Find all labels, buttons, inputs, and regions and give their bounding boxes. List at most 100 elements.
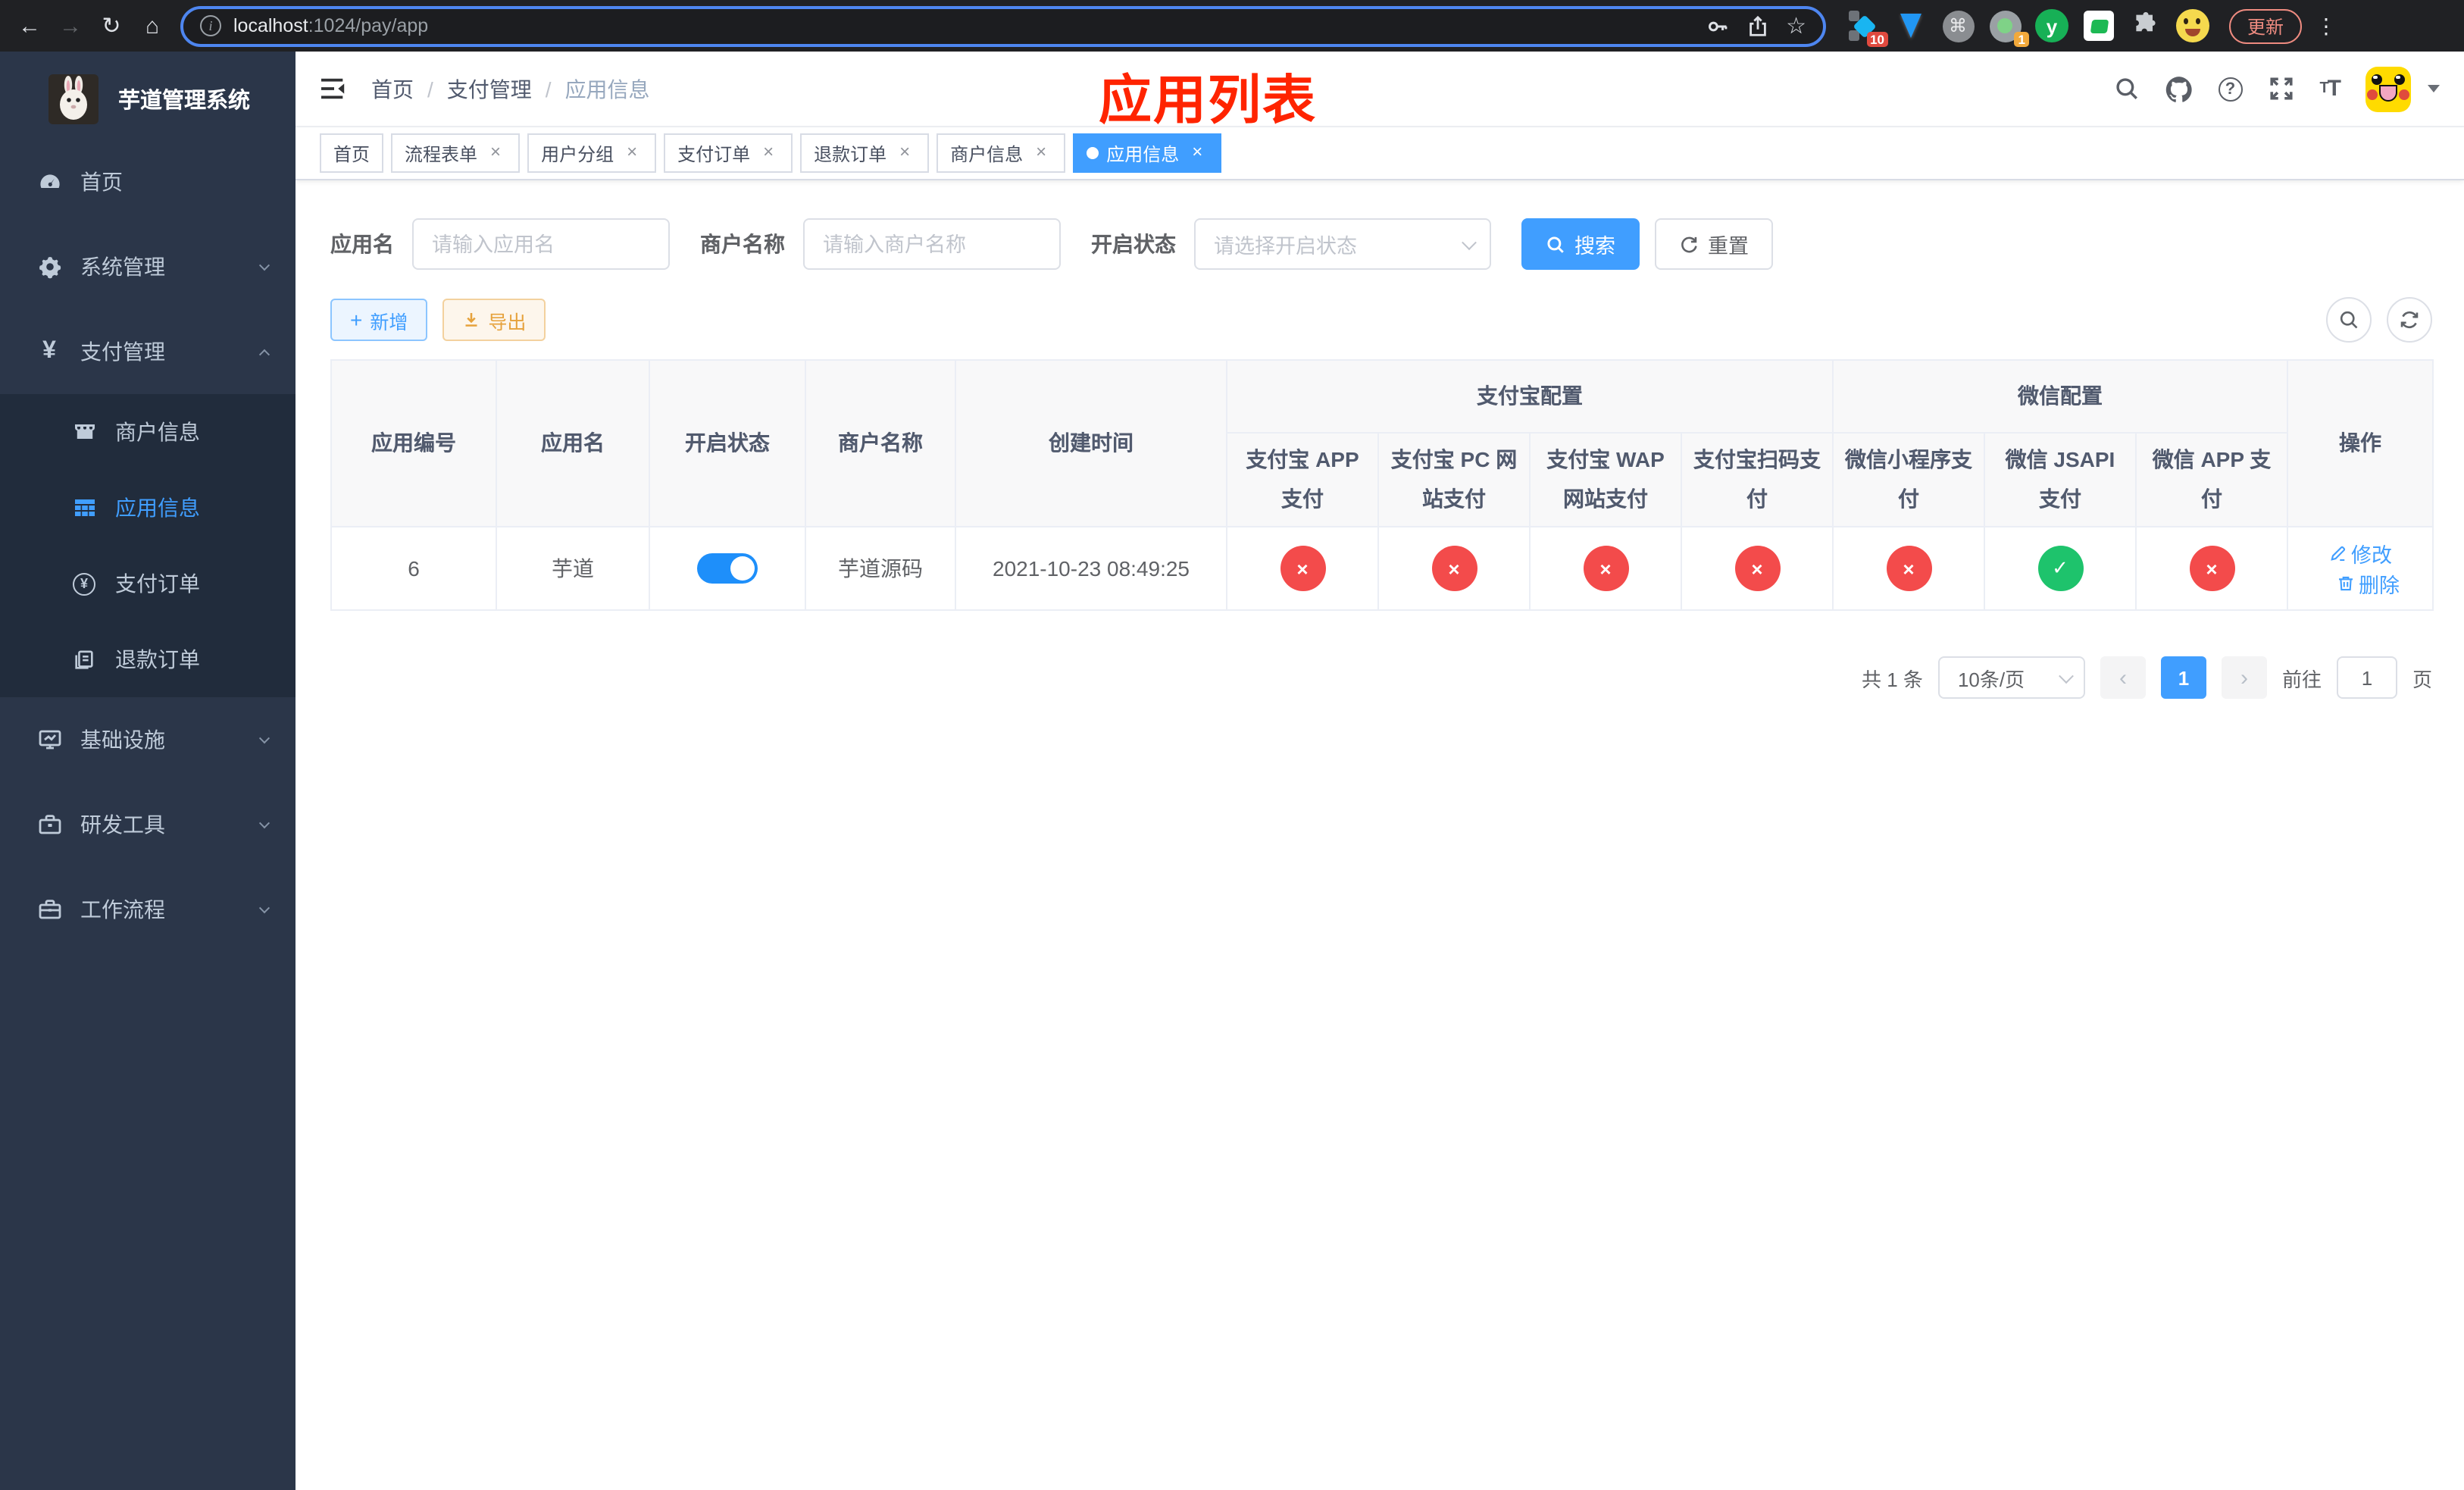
cell-merchant: 芋道源码 bbox=[805, 526, 956, 611]
close-icon[interactable]: × bbox=[485, 142, 506, 164]
sidebar-item-workflow[interactable]: 工作流程 bbox=[0, 867, 295, 952]
extension-command-icon[interactable]: ⌘ bbox=[1941, 9, 1975, 42]
sidebar: 芋道管理系统 首页 系统管理 ¥ 支付管理 商户信息 应用信息 ¥ 支付订单 退… bbox=[0, 52, 295, 1490]
col-app-name: 应用名 bbox=[496, 359, 650, 527]
browser-menu-icon[interactable]: ⋮ bbox=[2315, 13, 2337, 39]
close-icon[interactable]: × bbox=[1187, 142, 1208, 164]
site-info-icon[interactable]: i bbox=[200, 15, 221, 36]
tab-user-group[interactable]: 用户分组 × bbox=[527, 133, 657, 173]
sidebar-item-label: 系统管理 bbox=[80, 255, 165, 279]
plus-icon: + bbox=[350, 308, 363, 332]
tab-home[interactable]: 首页 bbox=[320, 133, 384, 173]
documents-icon bbox=[71, 648, 97, 671]
add-button[interactable]: + 新增 bbox=[330, 299, 428, 341]
status-label: 开启状态 bbox=[1091, 232, 1176, 256]
browser-back-icon[interactable]: ← bbox=[9, 5, 50, 46]
prev-page-button[interactable]: ‹ bbox=[2100, 656, 2146, 699]
page-size-select[interactable]: 10条/页 bbox=[1937, 656, 2085, 699]
group-wechat-config: 微信配置 bbox=[1832, 359, 2288, 434]
app-name-input[interactable] bbox=[412, 218, 670, 270]
sidebar-item-merchant-info[interactable]: 商户信息 bbox=[0, 394, 295, 470]
browser-reload-icon[interactable]: ↻ bbox=[91, 5, 132, 46]
group-alipay-config: 支付宝配置 bbox=[1226, 359, 1834, 434]
browser-update-button[interactable]: 更新 bbox=[2229, 8, 2303, 43]
tab-refund-order[interactable]: 退款订单 × bbox=[800, 133, 930, 173]
extension-kite-icon[interactable] bbox=[1894, 9, 1928, 42]
goto-page-input[interactable] bbox=[2336, 656, 2397, 699]
breadcrumb-home[interactable]: 首页 bbox=[371, 74, 414, 104]
top-navbar: 首页 / 支付管理 / 应用信息 ? T T bbox=[295, 52, 2464, 127]
next-page-button[interactable]: › bbox=[2221, 656, 2267, 699]
sidebar-item-refund-order[interactable]: 退款订单 bbox=[0, 621, 295, 697]
extensions-puzzle-icon[interactable] bbox=[2129, 9, 2162, 42]
github-icon[interactable] bbox=[2165, 75, 2192, 102]
tab-app-info[interactable]: 应用信息 × bbox=[1073, 133, 1222, 173]
status-switch[interactable] bbox=[697, 553, 758, 584]
store-icon bbox=[71, 420, 97, 444]
sidebar-item-home[interactable]: 首页 bbox=[0, 139, 295, 224]
app-logo-row[interactable]: 芋道管理系统 bbox=[0, 58, 295, 139]
chevron-down-icon bbox=[2059, 668, 2074, 684]
col-created: 创建时间 bbox=[955, 359, 1227, 527]
breadcrumb-payment[interactable]: 支付管理 bbox=[447, 74, 532, 104]
close-icon[interactable]: × bbox=[621, 142, 643, 164]
help-icon[interactable]: ? bbox=[2218, 77, 2243, 101]
fullscreen-icon[interactable] bbox=[2268, 76, 2294, 102]
header-search-icon[interactable] bbox=[2113, 76, 2139, 102]
reset-button[interactable]: 重置 bbox=[1655, 218, 1773, 270]
tab-merchant-info[interactable]: 商户信息 × bbox=[937, 133, 1066, 173]
address-bar[interactable]: i localhost:1024/pay/app ☆ bbox=[180, 5, 1826, 46]
password-key-icon[interactable] bbox=[1706, 14, 1728, 37]
payment-submenu: 商户信息 应用信息 ¥ 支付订单 退款订单 bbox=[0, 394, 295, 697]
merchant-name-input[interactable] bbox=[803, 218, 1061, 270]
sidebar-item-label: 首页 bbox=[80, 170, 123, 194]
profile-avatar-icon[interactable] bbox=[2176, 9, 2209, 42]
browser-home-icon[interactable]: ⌂ bbox=[132, 5, 173, 46]
col-merchant: 商户名称 bbox=[805, 359, 956, 527]
bookmark-star-icon[interactable]: ☆ bbox=[1786, 14, 1806, 37]
tab-flow-form[interactable]: 流程表单 × bbox=[391, 133, 521, 173]
browser-forward-icon[interactable]: → bbox=[50, 5, 91, 46]
tab-pay-order[interactable]: 支付订单 × bbox=[664, 133, 793, 173]
url-text[interactable]: localhost:1024/pay/app bbox=[233, 15, 428, 36]
toggle-search-button[interactable] bbox=[2326, 297, 2372, 343]
sidebar-item-infrastructure[interactable]: 基础设施 bbox=[0, 697, 295, 782]
page-1-button[interactable]: 1 bbox=[2160, 656, 2206, 699]
sidebar-item-app-info[interactable]: 应用信息 bbox=[0, 470, 295, 546]
font-size-icon[interactable]: TT bbox=[2319, 76, 2341, 102]
breadcrumb: 首页 / 支付管理 / 应用信息 bbox=[371, 74, 650, 104]
gear-icon bbox=[36, 255, 62, 279]
delete-link[interactable]: 删除 bbox=[2336, 568, 2400, 599]
user-avatar[interactable] bbox=[2366, 66, 2411, 111]
dashboard-gauge-icon bbox=[36, 170, 62, 194]
extension-camera-icon[interactable]: 1 bbox=[1988, 9, 2029, 47]
extension-y-icon[interactable]: y bbox=[2035, 9, 2068, 42]
user-menu-caret-icon[interactable] bbox=[2428, 85, 2440, 92]
pagination: 共 1 条 10条/页 ‹ 1 › 前往 页 bbox=[330, 656, 2464, 699]
sidebar-item-system[interactable]: 系统管理 bbox=[0, 224, 295, 309]
browser-toolbar: ← → ↻ ⌂ i localhost:1024/pay/app ☆ 10 ⌘ … bbox=[0, 0, 2464, 52]
chevron-down-icon bbox=[1462, 234, 1477, 250]
extension-diamond-icon[interactable]: 10 bbox=[1847, 9, 1888, 47]
table-row: 6 芋道 芋道源码 2021-10-23 08:49:25 × × × × × … bbox=[330, 526, 2434, 611]
close-icon[interactable]: × bbox=[1030, 142, 1052, 164]
edit-link[interactable]: 修改 bbox=[2328, 538, 2392, 568]
close-icon[interactable]: × bbox=[894, 142, 915, 164]
close-icon[interactable]: × bbox=[758, 142, 779, 164]
extension-chat-icon[interactable] bbox=[2082, 9, 2115, 42]
status-select[interactable]: 请选择开启状态 bbox=[1194, 218, 1491, 270]
alipay-pc-status-badge: × bbox=[1431, 546, 1477, 591]
search-button[interactable]: 搜索 bbox=[1521, 218, 1640, 270]
export-button[interactable]: 导出 bbox=[442, 299, 546, 341]
apps-table: 应用编号 应用名 开启状态 商户名称 创建时间 支付宝配置 微信配置 操作 支付… bbox=[330, 359, 2434, 611]
sidebar-item-devtools[interactable]: 研发工具 bbox=[0, 782, 295, 867]
table-toolbar: + 新增 导出 bbox=[330, 297, 2464, 343]
sidebar-item-pay-order[interactable]: ¥ 支付订单 bbox=[0, 546, 295, 621]
app-logo bbox=[48, 74, 98, 124]
col-app-id: 应用编号 bbox=[330, 359, 497, 527]
sidebar-collapse-icon[interactable] bbox=[320, 76, 349, 102]
share-icon[interactable] bbox=[1746, 14, 1768, 37]
screen: ← → ↻ ⌂ i localhost:1024/pay/app ☆ 10 ⌘ … bbox=[0, 0, 2464, 1490]
refresh-button[interactable] bbox=[2387, 297, 2432, 343]
sidebar-item-payment[interactable]: ¥ 支付管理 bbox=[0, 309, 295, 394]
